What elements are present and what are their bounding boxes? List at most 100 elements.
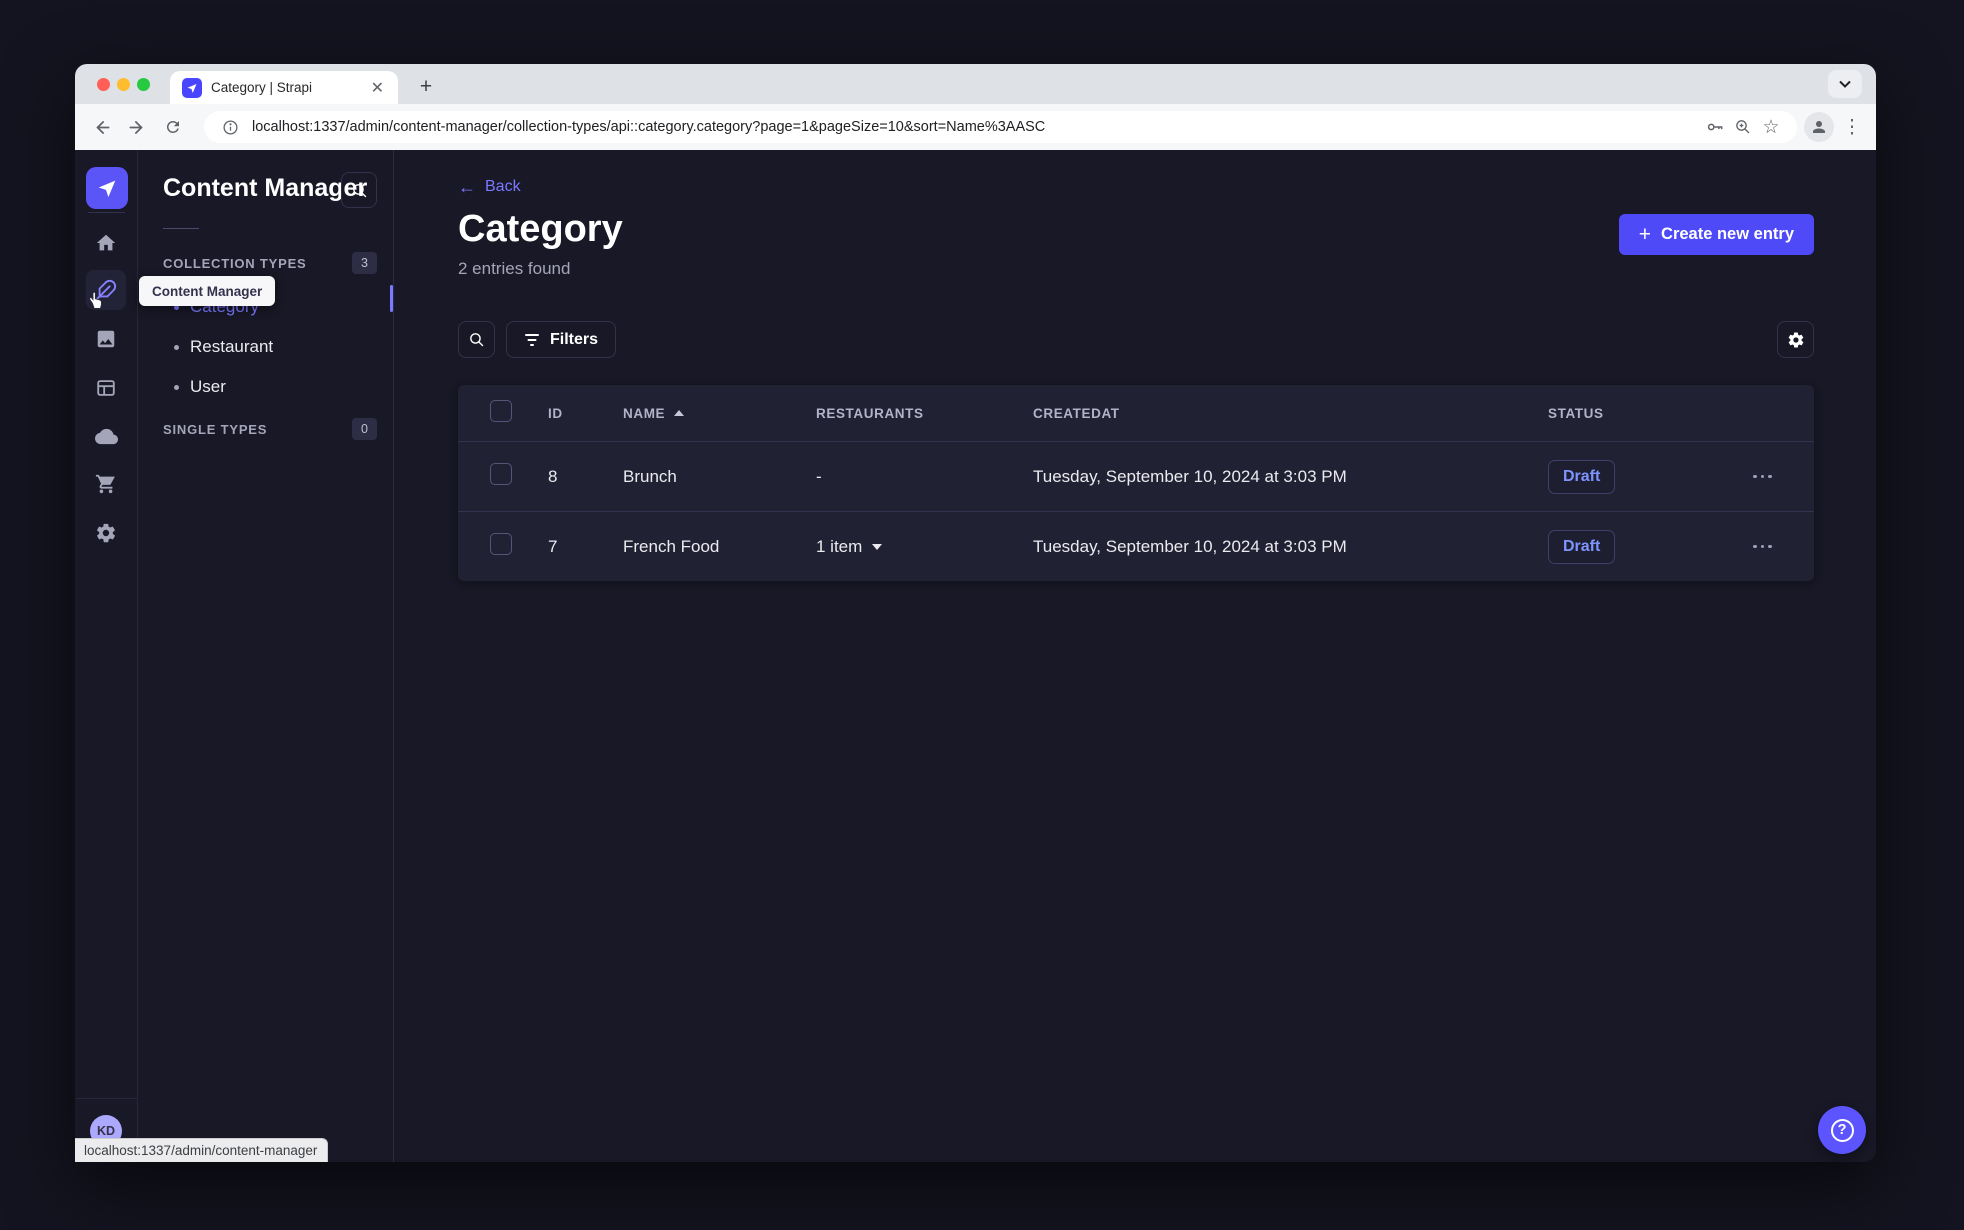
collection-type-item[interactable]: User: [138, 367, 393, 407]
page-title: Category: [458, 208, 623, 250]
collection-type-label: User: [190, 377, 226, 396]
home-nav-button[interactable]: [86, 223, 126, 263]
tab-search-button[interactable]: [1828, 70, 1862, 98]
single-types-label: SINGLE TYPES: [163, 421, 268, 437]
header-id[interactable]: ID: [548, 406, 623, 421]
row-checkbox[interactable]: [490, 533, 512, 555]
url-bar[interactable]: localhost:1337/admin/content-manager/col…: [204, 111, 1797, 143]
page-info-icon[interactable]: [216, 113, 244, 141]
table-header-row: ID NAME RESTAURANTS CREATEDAT STATUS: [458, 385, 1814, 441]
row-actions-menu-button[interactable]: [1753, 467, 1772, 487]
select-all-checkbox[interactable]: [490, 399, 512, 422]
zoom-page-icon[interactable]: [1729, 113, 1757, 141]
plus-icon: +: [1638, 223, 1652, 246]
settings-nav-button[interactable]: [86, 513, 126, 553]
cell-id: 8: [548, 466, 558, 486]
table-body: 8 Brunch - Tuesday, September 10, 2024 a…: [458, 441, 1814, 581]
collection-types-count-badge: 3: [352, 252, 377, 274]
bullet-icon: [174, 384, 179, 390]
browser-profile-avatar[interactable]: [1804, 112, 1834, 142]
tab-close-icon[interactable]: ✕: [369, 78, 386, 98]
entries-count: 2 entries found: [458, 259, 571, 278]
filter-icon: [525, 333, 539, 346]
cell-createdat: Tuesday, September 10, 2024 at 3:03 PM: [1033, 466, 1347, 486]
content-manager-nav-button[interactable]: [86, 270, 126, 310]
single-types-count-badge: 0: [352, 418, 377, 440]
browser-back-button[interactable]: [85, 111, 117, 143]
browser-menu-icon[interactable]: ⋮: [1840, 111, 1864, 143]
bookmark-star-icon[interactable]: ☆: [1757, 113, 1785, 141]
browser-tab[interactable]: Category | Strapi ✕: [170, 71, 398, 104]
search-icon: [470, 333, 484, 347]
header-restaurants[interactable]: RESTAURANTS: [816, 406, 1033, 421]
mouse-cursor-hand: [86, 290, 104, 315]
gear-icon: [1788, 331, 1803, 348]
cell-name: Brunch: [623, 466, 677, 486]
tab-title: Category | Strapi: [211, 80, 313, 95]
filters-label: Filters: [550, 330, 599, 348]
window-close-button[interactable]: [97, 78, 110, 91]
question-mark-icon: ?: [1830, 1118, 1854, 1142]
cell-restaurants[interactable]: -: [816, 467, 1033, 487]
media-library-nav-button[interactable]: [86, 319, 126, 359]
search-icon: [352, 183, 366, 197]
row-checkbox[interactable]: [490, 463, 512, 485]
browser-reload-button[interactable]: [157, 111, 189, 143]
window-minimize-button[interactable]: [117, 78, 130, 91]
browser-forward-button[interactable]: [121, 111, 153, 143]
strapi-favicon: [182, 77, 202, 98]
back-arrow-icon: ←: [458, 177, 476, 197]
active-item-indicator: [390, 285, 393, 312]
main-content: ← Back Category 2 entries found + Create…: [394, 150, 1876, 1162]
restaurants-dropdown-caret[interactable]: [872, 543, 883, 550]
rail-divider: [88, 212, 125, 213]
collection-type-label: Restaurant: [190, 337, 274, 356]
bullet-icon: [174, 344, 179, 350]
marketplace-nav-button[interactable]: [86, 464, 126, 504]
shopping-cart-icon: [95, 474, 115, 494]
view-settings-button[interactable]: [1777, 321, 1814, 358]
chevron-down-icon: [1839, 80, 1851, 88]
entries-table: ID NAME RESTAURANTS CREATEDAT STATUS 8 B…: [458, 385, 1814, 581]
single-types-section: SINGLE TYPES 0: [163, 418, 377, 440]
create-new-entry-button[interactable]: + Create new entry: [1618, 214, 1814, 255]
cell-id: 7: [548, 536, 558, 556]
gear-icon: [96, 523, 115, 543]
status-badge: Draft: [1548, 529, 1616, 564]
header-createdat[interactable]: CREATEDAT: [1033, 406, 1548, 421]
rail-bottom-divider: [75, 1098, 137, 1099]
new-tab-button[interactable]: +: [411, 72, 441, 102]
header-name[interactable]: NAME: [623, 406, 816, 421]
subnav-title: Content Manager: [163, 174, 368, 202]
subnav-search-button[interactable]: [341, 172, 377, 208]
subnav-divider: [163, 228, 199, 229]
list-search-button[interactable]: [458, 321, 495, 358]
filters-button[interactable]: Filters: [506, 321, 617, 358]
browser-toolbar: localhost:1337/admin/content-manager/col…: [75, 104, 1876, 150]
cell-name: French Food: [623, 536, 720, 556]
content-type-builder-nav-button[interactable]: [86, 368, 126, 408]
browser-window: Category | Strapi ✕ + localhost:1337/adm…: [75, 64, 1876, 1162]
home-icon: [96, 234, 116, 251]
cell-restaurants[interactable]: 1 item: [816, 537, 1033, 557]
password-manager-icon[interactable]: [1701, 113, 1729, 141]
cloud-icon: [94, 428, 118, 444]
strapi-app: KD Content Manager COLLECTION TYPES 3 Ca…: [75, 150, 1876, 1162]
back-label: Back: [485, 178, 521, 195]
collection-type-item[interactable]: Restaurant: [138, 327, 393, 367]
browser-tab-strip: Category | Strapi ✕ +: [75, 64, 1876, 104]
help-button[interactable]: ?: [1818, 1106, 1866, 1154]
url-text: localhost:1337/admin/content-manager/col…: [252, 119, 1046, 135]
sort-ascending-icon: [674, 410, 685, 416]
cloud-nav-button[interactable]: [86, 416, 126, 456]
window-zoom-button[interactable]: [137, 78, 150, 91]
row-actions-menu-button[interactable]: [1753, 537, 1772, 557]
cell-createdat: Tuesday, September 10, 2024 at 3:03 PM: [1033, 536, 1347, 556]
strapi-logo[interactable]: [86, 167, 128, 209]
header-status[interactable]: STATUS: [1548, 406, 1753, 421]
table-row[interactable]: 7 French Food 1 item Tuesday, September …: [458, 511, 1814, 581]
table-row[interactable]: 8 Brunch - Tuesday, September 10, 2024 a…: [458, 441, 1814, 511]
status-badge: Draft: [1548, 459, 1616, 494]
content-type-builder-icon: [97, 380, 115, 396]
back-link[interactable]: ← Back: [458, 178, 521, 196]
